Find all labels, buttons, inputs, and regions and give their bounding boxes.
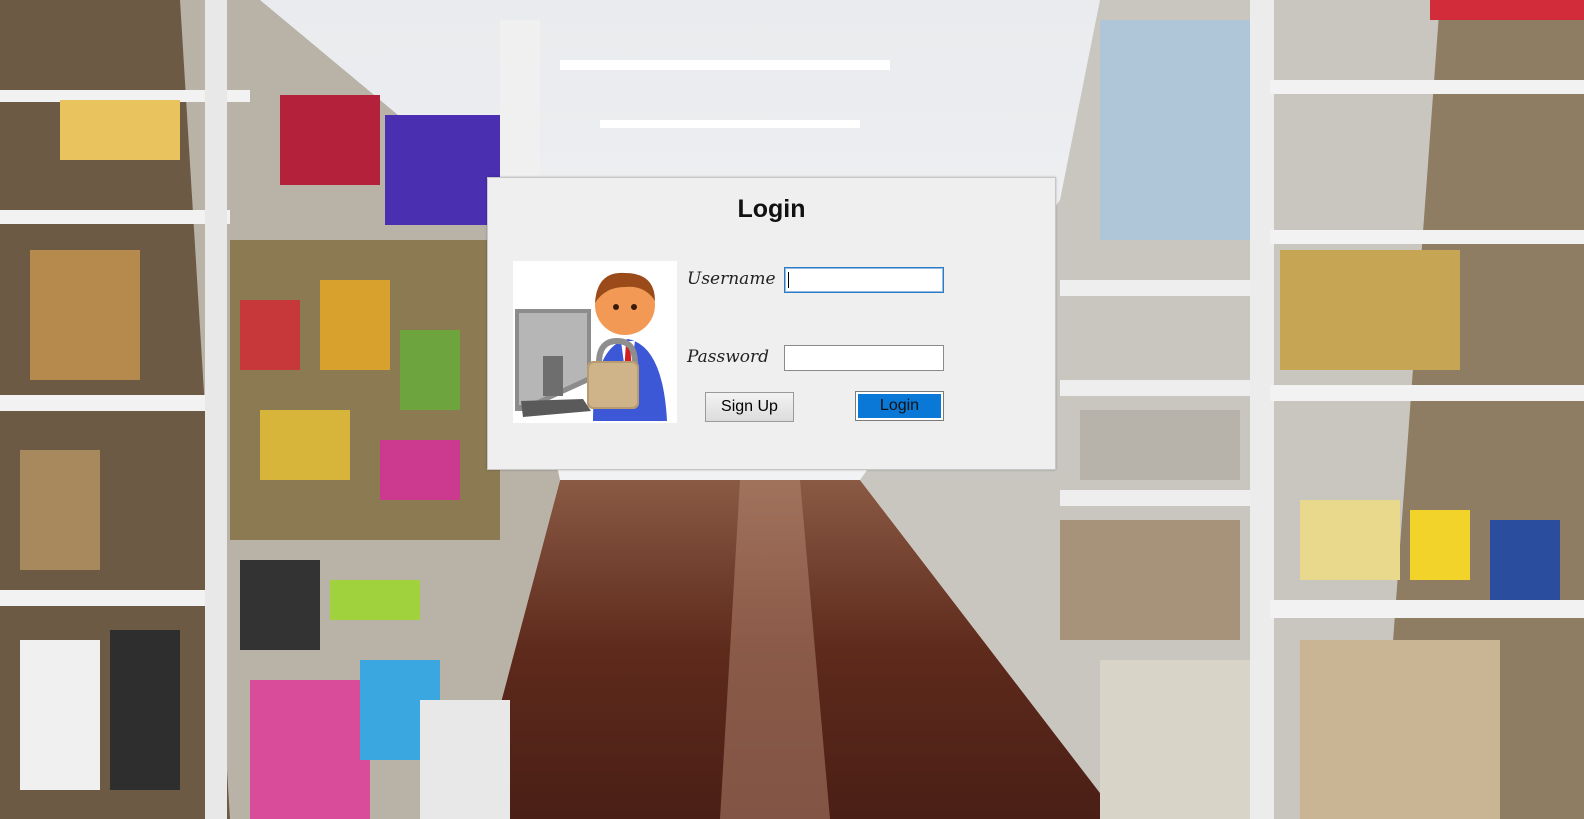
username-input[interactable]: [784, 267, 944, 293]
login-dialog: Login Username Password Sign Up Login: [487, 177, 1056, 470]
dialog-title: Login: [737, 195, 806, 223]
login-button-label: Login: [858, 394, 941, 418]
password-input[interactable]: [784, 345, 944, 371]
user-lock-illustration-icon: [513, 261, 677, 423]
login-button[interactable]: Login: [855, 391, 944, 421]
username-label: Username: [687, 269, 776, 289]
password-label: Password: [687, 347, 770, 367]
sign-up-button[interactable]: Sign Up: [705, 392, 794, 422]
text-caret: [788, 272, 789, 288]
